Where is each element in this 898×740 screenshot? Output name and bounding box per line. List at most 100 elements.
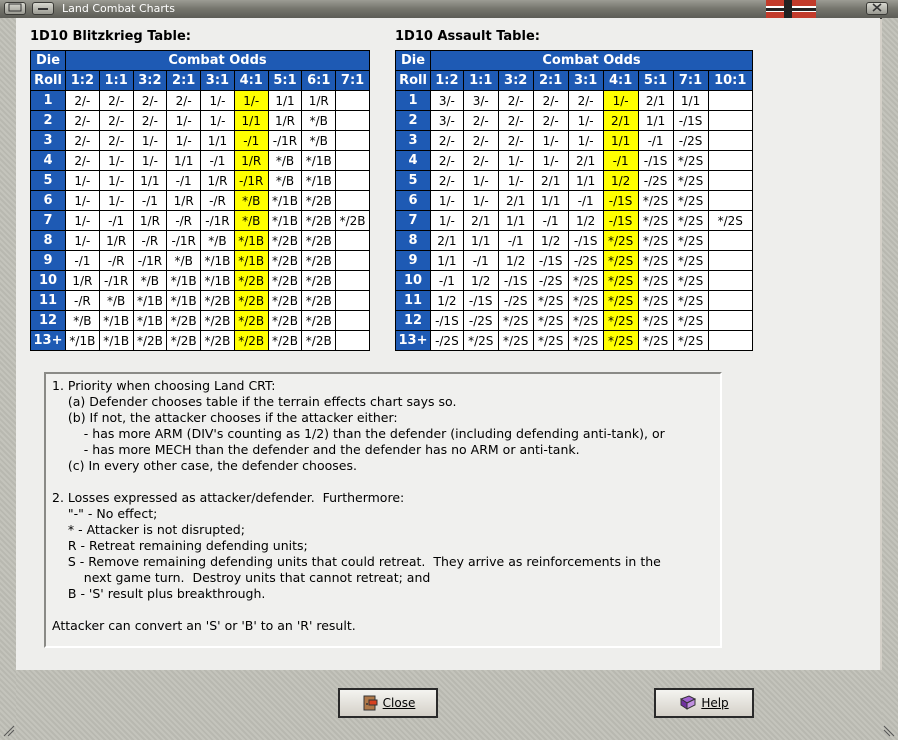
result-cell: */1B bbox=[200, 270, 235, 291]
result-cell: */1B bbox=[267, 210, 303, 231]
result-cell: 1/- bbox=[567, 130, 604, 151]
result-cell: */B bbox=[301, 130, 337, 151]
result-cell bbox=[335, 150, 370, 171]
result-cell: */2S bbox=[532, 330, 569, 351]
result-cell: 2/1 bbox=[637, 90, 674, 111]
result-cell bbox=[707, 190, 754, 211]
flag-icon bbox=[766, 0, 816, 18]
resize-grip-left-icon[interactable] bbox=[2, 724, 16, 738]
blitz-table: Die Combat Odds Roll 1:2 1:1 3:2 2:1 3:1 4:1 5… bbox=[30, 50, 370, 351]
table-row: 12 -/1S -/2S */2S */2S */2S */2S */2S */2S bbox=[395, 310, 754, 331]
result-cell: -/2S bbox=[672, 130, 709, 151]
result-cell: 1/- bbox=[532, 130, 569, 151]
result-cell: */2B bbox=[267, 250, 303, 271]
result-cell bbox=[707, 310, 754, 331]
result-cell: */2S bbox=[707, 210, 754, 231]
result-cell bbox=[335, 290, 370, 311]
result-cell: -/R bbox=[98, 250, 134, 271]
result-cell: */2B bbox=[166, 330, 202, 351]
result-cell: 1/1 bbox=[637, 110, 674, 131]
close-icon bbox=[872, 3, 882, 12]
result-cell: -/1 bbox=[532, 210, 569, 231]
result-cell bbox=[335, 110, 370, 131]
result-cell: */2B bbox=[233, 270, 269, 291]
result-cell: -/1R bbox=[132, 250, 168, 271]
table-row: 13+ */1B */1B */2B */2B */2B */2B */2B */2B bbox=[30, 330, 370, 351]
system-menu-button[interactable] bbox=[4, 2, 26, 15]
result-cell: */1B bbox=[233, 250, 269, 271]
result-cell: */2S bbox=[672, 190, 709, 211]
table-row: 4 2/- 2/- 1/- 1/- 2/1 -/1 -/1S */2S bbox=[395, 150, 754, 171]
table-row: 8 1/- 1/R -/R -/1R */B */1B */2B */2B bbox=[30, 230, 370, 251]
close-door-icon bbox=[363, 695, 378, 711]
result-cell: 1/- bbox=[166, 130, 202, 151]
result-cell: -/1S bbox=[672, 110, 709, 131]
result-cell: */2B bbox=[267, 310, 303, 331]
result-cell: */1B bbox=[98, 310, 134, 331]
result-cell: 1/- bbox=[166, 110, 202, 131]
table-row: 10 1/R -/1R */B */1B */1B */2B */2B */2B bbox=[30, 270, 370, 291]
roll-number: 12 bbox=[395, 310, 431, 331]
result-cell bbox=[335, 310, 370, 331]
close-window-button[interactable] bbox=[866, 2, 888, 15]
roll-number: 8 bbox=[30, 230, 66, 251]
result-cell: 1/- bbox=[200, 90, 235, 111]
result-cell: 2/- bbox=[65, 90, 100, 111]
result-cell: 2/- bbox=[462, 110, 499, 131]
result-cell: 2/- bbox=[532, 110, 569, 131]
table-row: 8 2/1 1/1 -/1 1/2 -/1S */2S */2S */2S bbox=[395, 230, 754, 251]
result-cell: 2/- bbox=[132, 110, 168, 131]
result-cell: 1/1 bbox=[233, 110, 269, 131]
table-row: 9 1/1 -/1 1/2 -/1S -/2S */2S */2S */2S bbox=[395, 250, 754, 271]
help-book-icon bbox=[680, 695, 697, 710]
result-cell: */2S bbox=[602, 290, 639, 311]
note-line: * - Attacker is not disrupted; bbox=[52, 522, 245, 537]
result-cell: */B bbox=[233, 210, 269, 231]
odds-header: 7:1 bbox=[335, 70, 370, 91]
result-cell: */2S bbox=[672, 210, 709, 231]
result-cell: 1/- bbox=[462, 190, 499, 211]
table-row: 11 -/R */B */1B */1B */2B */2B */2B */2B bbox=[30, 290, 370, 311]
result-cell: */B bbox=[267, 150, 303, 171]
result-cell: 1/R bbox=[233, 150, 269, 171]
result-cell: 2/- bbox=[65, 110, 100, 131]
result-cell: 1/R bbox=[267, 110, 303, 131]
table-row: 3 2/- 2/- 2/- 1/- 1/- 1/1 -/1 -/2S bbox=[395, 130, 754, 151]
roll-number: 4 bbox=[30, 150, 66, 171]
result-cell: 3/- bbox=[462, 90, 499, 111]
result-cell bbox=[335, 90, 370, 111]
result-cell: */2B bbox=[200, 290, 235, 311]
roll-number: 1 bbox=[395, 90, 431, 111]
result-cell: */B bbox=[98, 290, 134, 311]
result-cell: */2B bbox=[233, 330, 269, 351]
result-cell: -/1 bbox=[200, 150, 235, 171]
roll-number: 3 bbox=[395, 130, 431, 151]
result-cell: -/1R bbox=[267, 130, 303, 151]
minimize-button[interactable] bbox=[32, 2, 54, 15]
result-cell: */2S bbox=[637, 190, 674, 211]
result-cell bbox=[335, 270, 370, 291]
result-cell bbox=[707, 270, 754, 291]
result-cell: */2S bbox=[567, 270, 604, 291]
result-cell: -/2S bbox=[532, 270, 569, 291]
table-row: 1 2/- 2/- 2/- 2/- 1/- 1/- 1/1 1/R bbox=[30, 90, 370, 111]
roll-number: 11 bbox=[30, 290, 66, 311]
title-bar: Land Combat Charts bbox=[0, 0, 898, 19]
table-row: 6 1/- 1/- -/1 1/R -/R */B */1B */2B bbox=[30, 190, 370, 211]
table-row: 10 -/1 1/2 -/1S -/2S */2S */2S */2S */2S bbox=[395, 270, 754, 291]
assault-table: Die Combat Odds Roll 1:2 1:1 3:2 2:1 3:1 4:1 5… bbox=[395, 50, 754, 351]
result-cell: */2B bbox=[301, 270, 337, 291]
help-button[interactable]: Help bbox=[654, 688, 754, 718]
result-cell: -/1 bbox=[65, 250, 100, 271]
result-cell: -/1 bbox=[462, 250, 499, 271]
result-cell: 2/- bbox=[497, 110, 534, 131]
result-cell: 1/- bbox=[567, 110, 604, 131]
result-cell: 1/- bbox=[497, 170, 534, 191]
close-button[interactable]: Close bbox=[338, 688, 438, 718]
result-cell bbox=[707, 150, 754, 171]
resize-grip-right-icon[interactable] bbox=[882, 724, 896, 738]
right-frame bbox=[882, 18, 898, 740]
odds-header: 1:2 bbox=[65, 70, 100, 91]
result-cell: */2B bbox=[301, 190, 337, 211]
result-cell: 1/R bbox=[166, 190, 202, 211]
